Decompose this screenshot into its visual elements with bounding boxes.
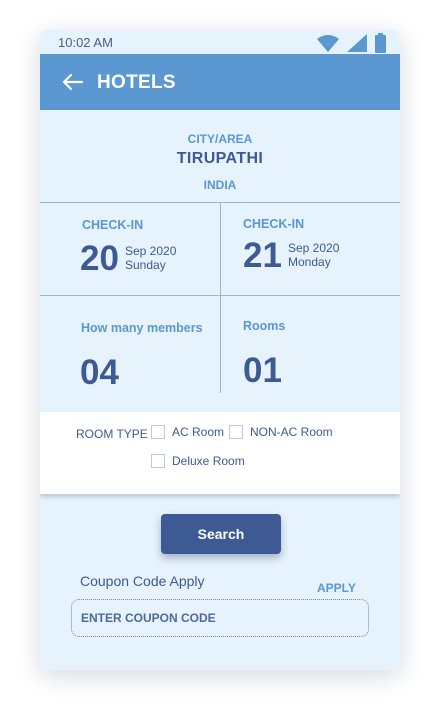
members-selector[interactable]: How many members 04 [40,296,220,393]
check-in-day: 21 [243,236,282,275]
non-ac-room-option[interactable]: NON-AC Room [229,425,333,439]
deluxe-room-option[interactable]: Deluxe Room [151,454,245,468]
check-in-month-year: Sep 2020 [288,241,340,255]
check-in-label: CHECK-IN [243,217,305,231]
check-in-date-2[interactable]: CHECK-IN 21 Sep 2020 Monday [221,203,400,295]
ac-room-checkbox[interactable] [151,425,165,439]
rooms-count: 01 [243,351,282,390]
non-ac-room-checkbox[interactable] [229,425,243,439]
booking-card: CITY/AREA TIRUPATHI INDIA CHECK-IN 20 Se… [40,110,400,494]
signal-icon [347,34,367,52]
status-bar: 10:02 AM [40,30,400,54]
non-ac-room-label: NON-AC Room [250,425,333,439]
check-in-weekday: Monday [288,255,331,269]
members-label: How many members [81,321,203,335]
coupon-title: Coupon Code Apply [80,573,205,589]
back-arrow-icon[interactable] [62,72,84,92]
status-time: 10:02 AM [58,35,113,50]
check-in-date-1[interactable]: CHECK-IN 20 Sep 2020 Sunday [40,203,220,295]
page-title: HOTELS [97,72,176,93]
wifi-icon [317,35,339,52]
city-area-selector[interactable]: CITY/AREA TIRUPATHI INDIA [40,110,400,202]
search-button[interactable]: Search [161,514,281,554]
check-in-day: 20 [80,239,119,278]
rooms-label: Rooms [243,319,286,333]
room-type-label: ROOM TYPE [76,427,148,441]
app-bar: HOTELS [40,54,400,110]
battery-icon [375,33,386,53]
apply-coupon-button[interactable]: APPLY [317,581,356,595]
phone-frame: 10:02 AM HOTELS CITY/AREA TIRUPATHI INDI… [40,30,400,670]
status-icons [317,33,386,53]
check-in-month-year: Sep 2020 [125,244,177,258]
city-area-label: CITY/AREA [187,132,253,146]
ac-room-option[interactable]: AC Room [151,425,224,439]
check-in-label: CHECK-IN [82,218,144,232]
members-count: 04 [80,353,119,392]
room-type-section: ROOM TYPE AC Room NON-AC Room Deluxe Roo… [40,412,400,494]
coupon-code-input[interactable] [71,599,369,637]
check-in-weekday: Sunday [125,258,166,272]
ac-room-label: AC Room [172,425,225,439]
city-name: TIRUPATHI [176,150,264,167]
deluxe-room-label: Deluxe Room [172,454,245,468]
deluxe-room-checkbox[interactable] [151,454,165,468]
country-name: INDIA [203,178,237,192]
rooms-selector[interactable]: Rooms 01 [221,296,400,393]
